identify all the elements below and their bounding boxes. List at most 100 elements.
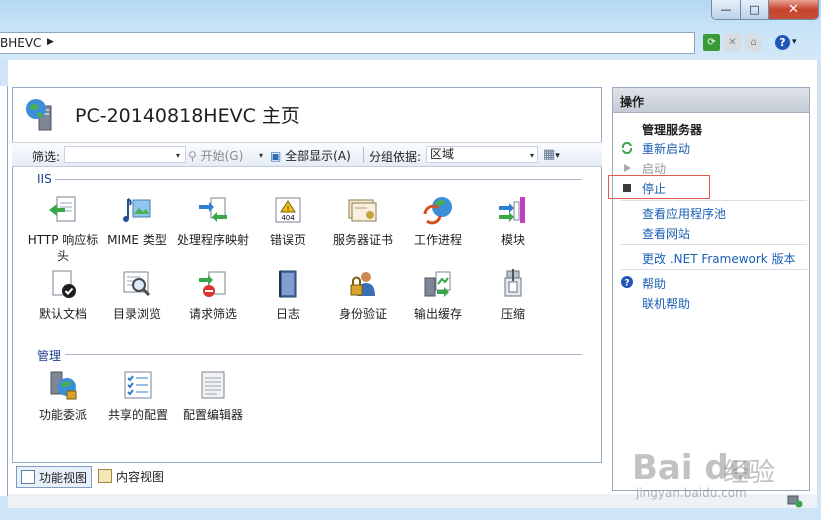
help-menu-button[interactable]: ? ▾ <box>775 32 805 52</box>
feature-request-filtering[interactable]: 请求筛选 <box>173 268 253 322</box>
svg-text:!: ! <box>287 205 290 213</box>
filter-label: 筛选: <box>32 150 61 164</box>
mime-types-icon <box>123 198 151 222</box>
authentication-icon <box>350 272 375 296</box>
window-controls: — □ ✕ <box>711 0 819 20</box>
window-frame-bottom <box>0 508 821 520</box>
breadcrumb-chevron-icon[interactable]: ▶ <box>47 37 54 47</box>
output-caching-icon <box>424 271 451 297</box>
baidu-watermark-cn: 经验 <box>723 458 776 488</box>
group-by-label: 分组依据: <box>369 150 422 164</box>
view-tabs: 功能视图 内容视图 <box>12 464 602 490</box>
svg-text:404: 404 <box>281 214 295 222</box>
view-sites-link[interactable]: 查看网站 <box>642 225 690 242</box>
stop-icon[interactable]: ✕ <box>724 34 741 51</box>
feature-http-response-headers[interactable]: HTTP 响应标头 <box>23 194 103 264</box>
minimize-button[interactable]: — <box>712 0 741 19</box>
shared-configuration-icon <box>124 371 152 399</box>
compression-icon <box>504 269 522 297</box>
section-divider <box>65 354 582 355</box>
feature-delegation-icon <box>50 371 77 400</box>
logging-icon <box>279 270 297 298</box>
help-icon: ? <box>775 34 790 50</box>
close-button[interactable]: ✕ <box>769 0 818 19</box>
features-panel: PC-20140818HEVC 主页 筛选: ▾ ⚲ 开始(G) ▾ ▣ 全部显… <box>12 87 602 463</box>
worker-processes-icon <box>423 197 452 225</box>
section-title-management: 管理 <box>37 349 62 363</box>
address-bar[interactable]: BHEVC ▶ <box>0 32 695 54</box>
server-globe-icon <box>26 99 52 131</box>
actions-divider <box>621 244 807 245</box>
home-icon[interactable]: ⌂ <box>745 34 762 51</box>
network-status-icon <box>787 495 803 508</box>
actions-divider <box>621 200 807 201</box>
actions-header: 操作 <box>613 88 809 113</box>
binoculars-icon: ⚲ <box>188 149 197 163</box>
breadcrumb-server[interactable]: BHEVC <box>0 36 41 50</box>
view-grid-icon: ▦ <box>543 147 556 162</box>
feature-configuration-editor[interactable]: 配置编辑器 <box>173 369 253 423</box>
start-dropdown-icon[interactable]: ▾ <box>259 151 263 160</box>
toolbar-divider <box>363 147 364 163</box>
feature-error-pages[interactable]: ! 404 错误页 <box>248 194 328 248</box>
maximize-button[interactable]: □ <box>741 0 769 19</box>
feature-authentication[interactable]: 身份验证 <box>323 268 403 322</box>
feature-logging[interactable]: 日志 <box>248 268 328 322</box>
change-net-framework-link[interactable]: 更改 .NET Framework 版本 <box>642 250 796 267</box>
stop-highlight-box <box>608 175 710 199</box>
baidu-watermark-url: jingyan.baidu.com <box>636 486 747 500</box>
tab-content-view[interactable]: 内容视图 <box>94 466 168 486</box>
view-application-pools-link[interactable]: 查看应用程序池 <box>642 205 726 222</box>
feature-mime-types[interactable]: MIME 类型 <box>97 194 177 248</box>
actions-divider <box>621 269 807 270</box>
content-view-icon <box>98 469 112 483</box>
online-help-link[interactable]: 联机帮助 <box>642 295 690 312</box>
refresh-icon[interactable]: ⟳ <box>703 34 720 51</box>
filter-dropdown-icon[interactable]: ▾ <box>176 151 180 160</box>
start-icon <box>624 164 631 172</box>
connections-panel-edge <box>0 86 8 496</box>
feature-worker-processes[interactable]: 工作进程 <box>398 194 478 248</box>
tab-features-view[interactable]: 功能视图 <box>16 466 93 488</box>
restart-link[interactable]: 重新启动 <box>642 140 690 157</box>
error-pages-icon: ! 404 <box>275 197 301 223</box>
features-view-icon <box>21 470 35 484</box>
modules-icon <box>499 197 525 223</box>
actions-panel: 操作 管理服务器 重新启动 启动 停止 查看应用程序池 查看网站 更改 .NET… <box>612 87 810 491</box>
filter-toolbar: 筛选: ▾ ⚲ 开始(G) ▾ ▣ 全部显示(A) 分组依据: 区域 ▾ ▦▾ <box>12 142 602 167</box>
feature-directory-browsing[interactable]: 目录浏览 <box>97 268 177 322</box>
help-link[interactable]: 帮助 <box>642 275 666 292</box>
request-filtering-icon <box>199 271 226 297</box>
http-response-headers-icon <box>49 196 76 222</box>
default-document-icon <box>52 270 76 298</box>
section-divider <box>55 179 582 180</box>
feature-output-caching[interactable]: 输出缓存 <box>398 268 478 322</box>
restart-icon <box>621 142 633 154</box>
feature-shared-configuration[interactable]: 共享的配置 <box>98 369 178 423</box>
show-all-button[interactable]: ▣ 全部显示(A) <box>270 147 351 164</box>
feature-modules[interactable]: 模块 <box>473 194 553 248</box>
feature-server-certificates[interactable]: 服务器证书 <box>323 194 403 248</box>
server-certificates-icon <box>348 199 377 222</box>
feature-compression[interactable]: 压缩 <box>473 268 553 322</box>
nav-icons: ⟳ ✕ ⌂ <box>703 34 762 51</box>
feature-delegation[interactable]: 功能委派 <box>23 369 103 423</box>
view-mode-button[interactable]: ▦▾ <box>543 147 565 162</box>
start-filter-button[interactable]: ⚲ 开始(G) <box>188 147 243 164</box>
feature-default-document[interactable]: 默认文档 <box>23 268 103 322</box>
filter-input[interactable] <box>64 146 186 163</box>
group-by-dropdown-icon[interactable]: ▾ <box>530 151 534 160</box>
manage-server-heading: 管理服务器 <box>642 123 703 137</box>
configuration-editor-icon <box>201 371 225 399</box>
handler-mappings-icon <box>199 197 227 222</box>
group-by-select[interactable]: 区域 <box>426 146 538 163</box>
directory-browsing-icon <box>123 271 151 297</box>
feature-handler-mappings[interactable]: 处理程序映射 <box>173 194 253 248</box>
chevron-down-icon: ▾ <box>792 37 797 47</box>
page-title: PC-20140818HEVC 主页 <box>75 105 300 127</box>
svg-text:?: ? <box>624 279 629 289</box>
section-title-iis: IIS <box>37 172 52 186</box>
help-circle-icon: ? <box>621 276 633 288</box>
show-all-icon: ▣ <box>270 149 282 163</box>
window-frame-right <box>817 60 821 520</box>
